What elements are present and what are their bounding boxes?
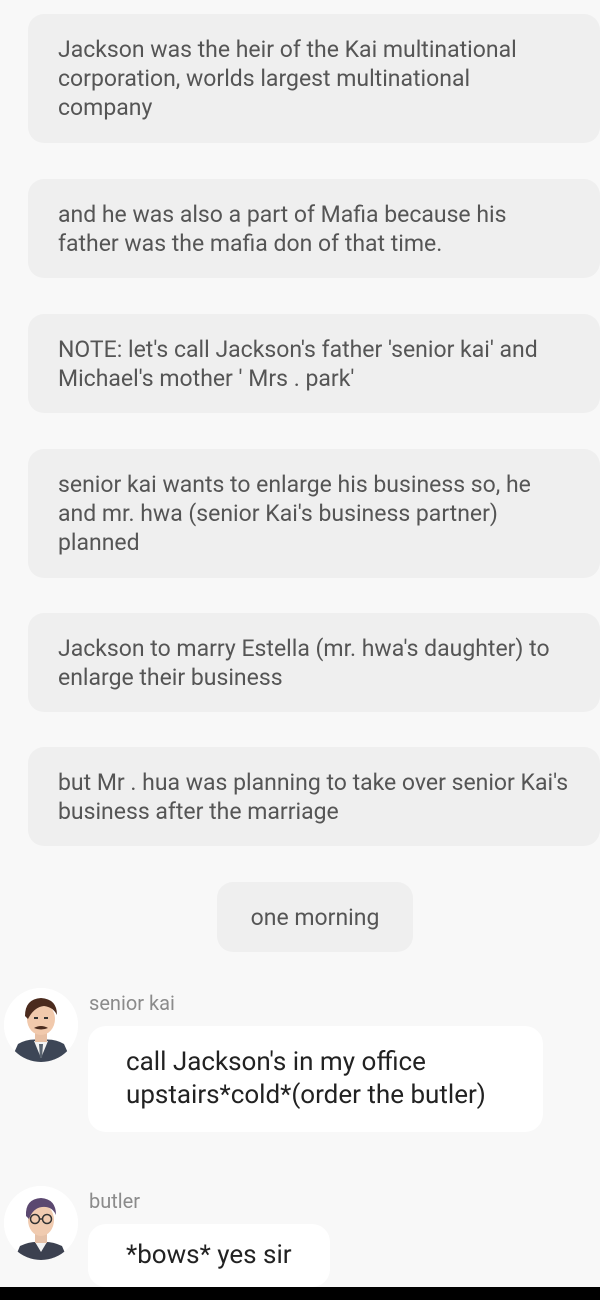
message-text: call Jackson's in my office upstairs*col… xyxy=(126,1047,486,1110)
scene-note: one morning xyxy=(217,882,413,952)
message-bubble: *bows* yes sir xyxy=(88,1224,330,1287)
narration-text: and he was also a part of Mafia because … xyxy=(58,200,507,257)
message-text: *bows* yes sir xyxy=(126,1240,292,1270)
narration-text: senior kai wants to enlarge his business… xyxy=(58,471,531,556)
narration-bubble: senior kai wants to enlarge his business… xyxy=(28,449,600,578)
narration-bubble: but Mr . hua was planning to take over s… xyxy=(28,747,600,846)
narration-text: NOTE: let's call Jackson's father 'senio… xyxy=(58,335,538,392)
scene-note-text: one morning xyxy=(250,903,380,931)
system-navigation-bar xyxy=(0,1287,600,1300)
avatar[interactable] xyxy=(4,988,78,1062)
narration-bubble: NOTE: let's call Jackson's father 'senio… xyxy=(28,314,600,413)
message-bubble: call Jackson's in my office upstairs*col… xyxy=(88,1026,543,1132)
narration-text: Jackson to marry Estella (mr. hwa's daug… xyxy=(58,634,550,691)
speaker-name: senior kai xyxy=(89,991,175,1015)
narration-text: Jackson was the heir of the Kai multinat… xyxy=(58,36,517,121)
butler-avatar-icon xyxy=(4,1186,78,1260)
narration-bubble: Jackson to marry Estella (mr. hwa's daug… xyxy=(28,613,600,712)
narration-bubble: and he was also a part of Mafia because … xyxy=(28,179,600,278)
narration-bubble: Jackson was the heir of the Kai multinat… xyxy=(28,14,600,143)
avatar[interactable] xyxy=(4,1186,78,1260)
narration-text: but Mr . hua was planning to take over s… xyxy=(58,768,569,825)
senior-kai-avatar-icon xyxy=(4,988,78,1062)
speaker-name: butler xyxy=(89,1189,141,1213)
